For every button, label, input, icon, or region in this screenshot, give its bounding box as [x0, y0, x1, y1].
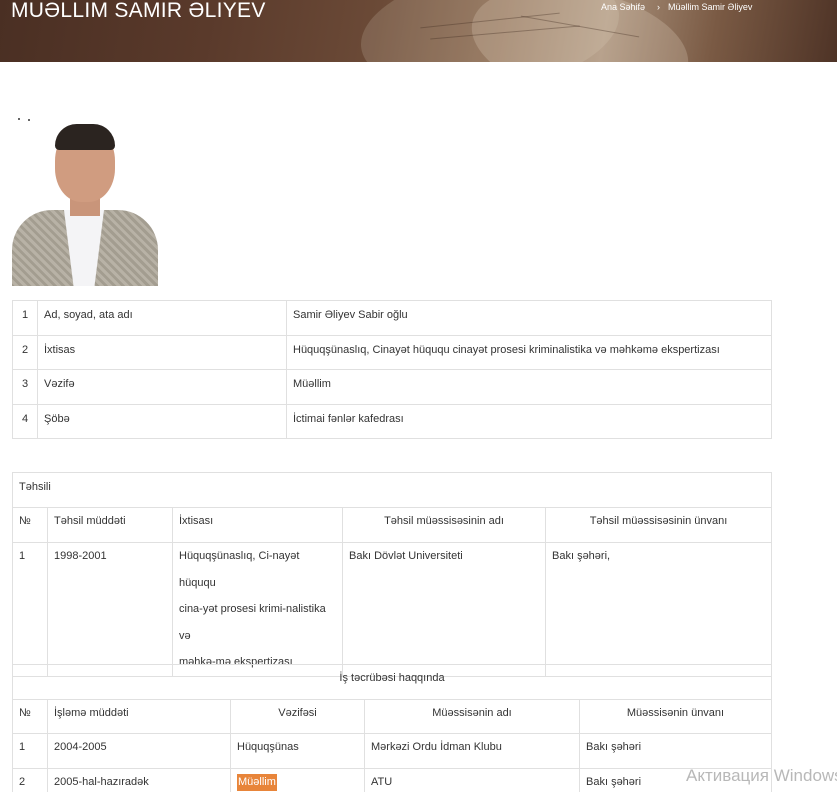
row-value: İctimai fənlər kafedrası — [286, 403, 772, 439]
column-header: İxtisası — [172, 507, 343, 543]
table-row: 4 Şöbə İctimai fənlər kafedrası — [12, 403, 772, 439]
photo-hair — [55, 124, 115, 150]
table-row: 1 2004-2005 Hüquqşünas Mərkəzi Ordu İdma… — [12, 733, 772, 769]
photo-artifact — [18, 118, 20, 120]
column-header: Müəssisənin adı — [364, 698, 580, 734]
specialty-line: cina-yət prosesi krimi-nalistika və — [179, 603, 326, 642]
page-title: MUƏLLIM SAMIR ƏLIYEV — [11, 0, 266, 22]
column-header: Təhsil müddəti — [47, 507, 173, 543]
row-label: Vəzifə — [37, 369, 287, 405]
work-period: 2005-hal-hazıradək — [47, 767, 231, 792]
work-position: Müəllim — [230, 767, 365, 792]
teacher-photo — [12, 110, 158, 286]
column-header: № — [12, 698, 48, 734]
work-experience-table: İş təcrübəsi haqqında № İşləmə müddəti V… — [12, 664, 772, 792]
windows-activation-watermark: Активация Windows — [686, 766, 837, 785]
work-period: 2004-2005 — [47, 733, 231, 769]
table-row: 3 Vəzifə Müəllim — [12, 369, 772, 405]
column-header: Müəssisənin ünvanı — [579, 698, 772, 734]
row-value: Samir Əliyev Sabir oğlu — [286, 300, 772, 336]
row-label: İxtisas — [37, 334, 287, 370]
table-row: 1 1998-2001 Hüquqşünaslıq, Ci-nayət hüqu… — [12, 542, 772, 677]
education-period: 1998-2001 — [47, 542, 173, 677]
row-label: Şöbə — [37, 403, 287, 439]
table-header-row: № İşləmə müddəti Vəzifəsi Müəssisənin ad… — [12, 698, 772, 734]
row-number: 1 — [12, 542, 48, 677]
education-table: Təhsili № Təhsil müddəti İxtisası Təhsil… — [12, 472, 772, 677]
row-number: 1 — [12, 733, 48, 769]
column-header: № — [12, 507, 48, 543]
table-row: 2 İxtisas Hüquqşünaslıq, Cinayət hüququ … — [12, 334, 772, 370]
breadcrumb: Ana Səhifə › Müəllim Samir Əliyev — [601, 2, 752, 12]
specialty-line: Hüquqşünaslıq, Ci-nayət hüququ — [179, 550, 300, 589]
column-header: Vəzifəsi — [230, 698, 365, 734]
row-number: 2 — [12, 767, 48, 792]
education-address: Bakı şəhəri, — [545, 542, 772, 677]
table-caption-row: İş təcrübəsi haqqında — [12, 664, 772, 700]
work-organization: Mərkəzi Ordu İdman Klubu — [364, 733, 580, 769]
row-number: 1 — [12, 300, 38, 336]
education-institution: Bakı Dövlət Universiteti — [342, 542, 546, 677]
row-number: 4 — [12, 403, 38, 439]
breadcrumb-separator-icon: › — [657, 2, 661, 12]
profile-table: 1 Ad, soyad, ata adı Samir Əliyev Sabir … — [12, 300, 772, 439]
work-organization: ATU — [364, 767, 580, 792]
page-header-banner: MUƏLLIM SAMIR ƏLIYEV Ana Səhifə › Müəllim … — [0, 0, 837, 62]
table-header-row: № Təhsil müddəti İxtisası Təhsil müəssis… — [12, 507, 772, 543]
education-specialty: Hüquqşünaslıq, Ci-nayət hüququ cina-yət p… — [172, 542, 343, 677]
work-position: Hüquqşünas — [230, 733, 365, 769]
breadcrumb-home-link[interactable]: Ana Səhifə — [601, 2, 645, 12]
column-header: İşləmə müddəti — [47, 698, 231, 734]
breadcrumb-current: Müəllim Samir Əliyev — [668, 2, 753, 12]
column-header: Təhsil müəssisəsinin ünvanı — [545, 507, 772, 543]
education-caption: Təhsili — [12, 472, 772, 508]
row-number: 3 — [12, 369, 38, 405]
table-row: 2 2005-hal-hazıradək Müəllim ATU Bakı şə… — [12, 767, 772, 792]
row-value: Müəllim — [286, 369, 772, 405]
row-value: Hüquqşünaslıq, Cinayət hüququ cinayət pr… — [286, 334, 772, 370]
column-header: Təhsil müəssisəsinin adı — [342, 507, 546, 543]
table-row: 1 Ad, soyad, ata adı Samir Əliyev Sabir … — [12, 300, 772, 336]
row-number: 2 — [12, 334, 38, 370]
work-caption: İş təcrübəsi haqqında — [12, 664, 772, 700]
table-caption-row: Təhsili — [12, 472, 772, 508]
photo-artifact — [28, 119, 30, 121]
row-label: Ad, soyad, ata adı — [37, 300, 287, 336]
highlighted-text: Müəllim — [237, 773, 277, 791]
work-address: Bakı şəhəri — [579, 733, 772, 769]
